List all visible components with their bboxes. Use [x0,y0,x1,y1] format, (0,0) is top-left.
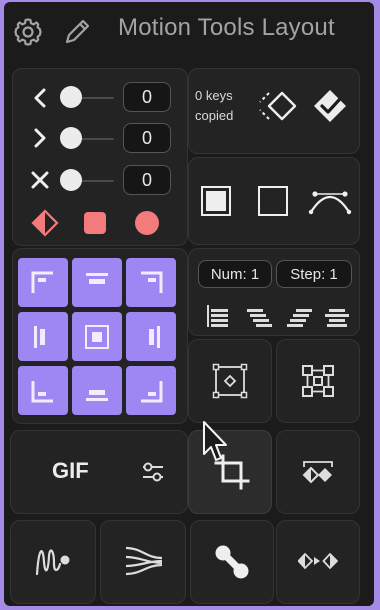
chevron-left-icon [30,86,50,110]
step-field[interactable]: Step: 1 [276,260,352,288]
align-center-button[interactable] [72,312,122,361]
align-bottom-center-button[interactable] [72,366,122,415]
mouse-cursor-icon [201,420,231,464]
sequence-stagger-4-icon[interactable] [322,304,352,328]
align-middle-right-button[interactable] [126,312,176,361]
copy-keys-icon[interactable] [258,88,300,124]
sequence-stagger-1-icon[interactable] [204,304,232,328]
keys-status-line1: 0 keys [195,88,233,103]
slider-knob-3[interactable] [60,169,82,191]
x-icon [28,168,52,192]
sequence-stagger-2-icon[interactable] [244,304,274,328]
anchor-box-icon [212,363,248,399]
square-icon[interactable] [81,209,109,237]
motion-tools-window: Motion Tools Layout 0 0 0 0 keys copied [4,2,374,606]
gif-label: GIF [52,458,89,483]
align-top-center-button[interactable] [72,258,122,307]
align-top-right-button[interactable] [126,258,176,307]
motion-trails-icon [124,544,164,578]
distribute-nodes-icon [300,363,336,399]
num-field[interactable]: Num: 1 [198,260,272,288]
bezier-curve-icon[interactable] [307,186,353,216]
sliders-icon[interactable] [139,458,167,486]
split-keyframes-icon [300,458,336,486]
chevron-right-icon [30,126,50,150]
page-title: Motion Tools Layout [118,14,335,41]
slider-knob-1[interactable] [60,86,82,108]
filled-square-icon[interactable] [200,185,232,217]
gear-icon[interactable] [12,16,44,48]
align-bottom-right-button[interactable] [126,366,176,415]
value-field-1[interactable]: 0 [123,82,171,112]
value-field-2[interactable]: 0 [123,123,171,153]
align-top-left-button[interactable] [18,258,68,307]
circle-icon[interactable] [132,208,162,238]
connect-nodes-icon [212,542,252,582]
outline-square-icon[interactable] [257,185,289,217]
align-bottom-left-button[interactable] [18,366,68,415]
slider-knob-2[interactable] [60,127,82,149]
keys-status-line2: copied [195,108,234,123]
paste-keys-icon[interactable] [310,86,350,126]
sequence-stagger-3-icon[interactable] [284,304,314,328]
keyframe-ease-icon [298,548,338,574]
align-middle-left-button[interactable] [18,312,68,361]
wiggle-icon [34,542,74,578]
value-field-3[interactable]: 0 [123,165,171,195]
pencil-icon[interactable] [60,14,94,48]
half-diamond-icon[interactable] [30,208,60,238]
